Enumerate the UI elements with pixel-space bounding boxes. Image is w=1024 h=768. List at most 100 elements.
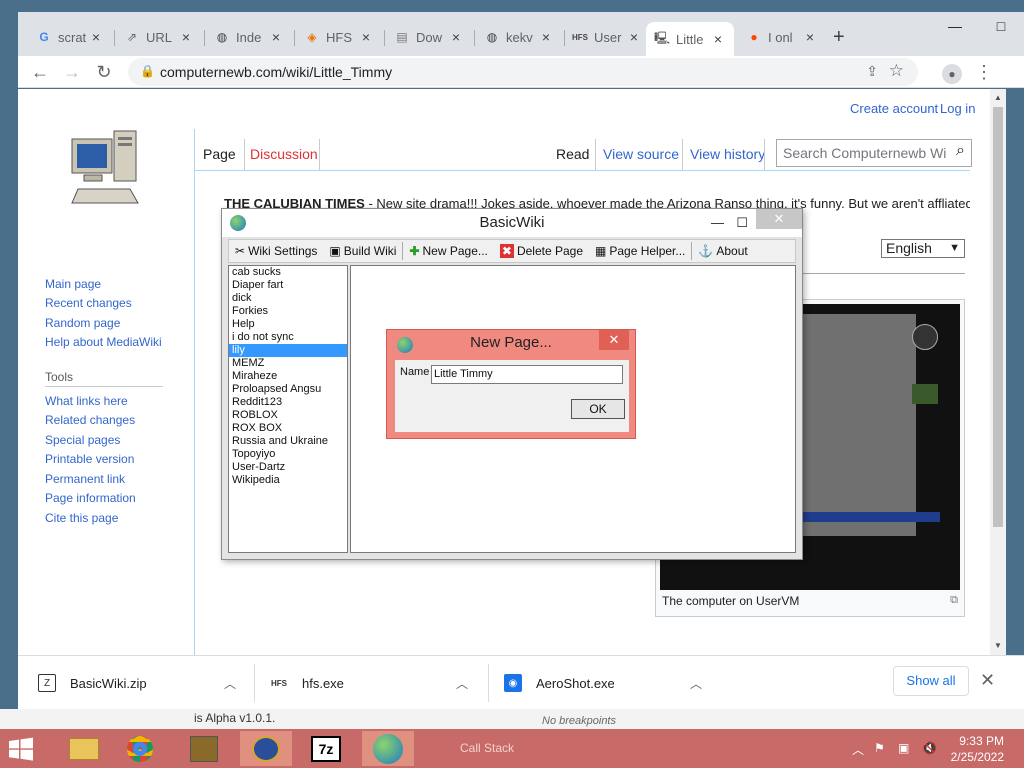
- reload-button[interactable]: ↻: [90, 58, 118, 86]
- close-button[interactable]: ✕: [756, 209, 802, 229]
- close-icon[interactable]: ×: [88, 29, 104, 45]
- chevron-up-icon[interactable]: ︿: [690, 675, 702, 692]
- list-item[interactable]: Forkies: [229, 305, 347, 318]
- tab-view-source[interactable]: View source: [599, 146, 683, 162]
- tab-discussion[interactable]: Discussion: [246, 146, 322, 162]
- search-input[interactable]: Search Computernewb Wiki ⌕: [776, 139, 972, 167]
- search-icon[interactable]: ⌕: [956, 142, 965, 160]
- page-scrollbar[interactable]: ▲ ▼: [990, 89, 1006, 655]
- scrollbar-thumb[interactable]: [993, 107, 1003, 527]
- list-item[interactable]: ROX BOX: [229, 422, 347, 435]
- browser-tab[interactable]: ▤ Dow ×: [386, 22, 472, 52]
- chevron-up-icon[interactable]: ︿: [852, 741, 864, 758]
- page-helper-button[interactable]: ▦ Page Helper...: [589, 240, 691, 262]
- chrome-taskbar-button[interactable]: [114, 731, 166, 766]
- build-wiki-button[interactable]: ▣ Build Wiki: [323, 240, 402, 262]
- list-item[interactable]: Help: [229, 318, 347, 331]
- sidebar-item-printable-version[interactable]: Printable version: [45, 452, 134, 466]
- list-item[interactable]: Russia and Ukraine: [229, 435, 347, 448]
- lock-icon[interactable]: 🔒: [140, 64, 155, 78]
- chevron-up-icon[interactable]: ︿: [224, 675, 236, 692]
- list-item[interactable]: Miraheze: [229, 370, 347, 383]
- close-icon[interactable]: ×: [538, 29, 554, 45]
- new-tab-button[interactable]: +: [833, 26, 845, 49]
- scroll-down-icon[interactable]: ▼: [994, 641, 1002, 650]
- app-taskbar-button-active[interactable]: [240, 731, 292, 766]
- sidebar-item-random-page[interactable]: Random page: [45, 316, 120, 330]
- browser-tab[interactable]: G scrat ×: [28, 22, 112, 52]
- system-clock[interactable]: 9:33 PM 2/25/2022: [951, 733, 1004, 765]
- list-item[interactable]: Proloapsed Angsu: [229, 383, 347, 396]
- sidebar-item-help[interactable]: Help about MediaWiki: [45, 335, 162, 349]
- close-icon[interactable]: ×: [802, 29, 818, 45]
- sidebar-item-recent-changes[interactable]: Recent changes: [45, 296, 132, 310]
- ok-button[interactable]: OK: [571, 399, 625, 419]
- page-list[interactable]: cab sucks Diaper fart dick Forkies Help …: [228, 265, 348, 553]
- maximize-button[interactable]: □: [978, 12, 1024, 42]
- list-item[interactable]: ROBLOX: [229, 409, 347, 422]
- browser-tab-active[interactable]: 🖳 Little ×: [646, 22, 734, 56]
- menu-kebab-icon[interactable]: ⋮: [970, 58, 998, 86]
- close-icon[interactable]: ×: [358, 29, 374, 45]
- sidebar-item-main-page[interactable]: Main page: [45, 277, 101, 291]
- list-item-selected[interactable]: lily: [229, 344, 347, 357]
- about-button[interactable]: ⚓ About: [692, 240, 753, 262]
- browser-tab[interactable]: ◍ Inde ×: [206, 22, 292, 52]
- new-page-button[interactable]: ✚ New Page...: [403, 240, 493, 262]
- bookmark-star-icon[interactable]: ☆: [889, 61, 904, 81]
- close-button[interactable]: ✕: [599, 330, 629, 350]
- back-button[interactable]: ←: [26, 58, 54, 86]
- sidebar-item-what-links-here[interactable]: What links here: [45, 394, 128, 408]
- close-icon[interactable]: ✕: [980, 670, 995, 691]
- close-icon[interactable]: ×: [710, 31, 726, 47]
- share-icon[interactable]: ⇪: [866, 63, 878, 80]
- list-item[interactable]: Reddit123: [229, 396, 347, 409]
- enlarge-icon[interactable]: ⧉: [950, 594, 958, 607]
- forward-button[interactable]: →: [58, 58, 86, 86]
- list-item[interactable]: cab sucks: [229, 266, 347, 279]
- sidebar-item-special-pages[interactable]: Special pages: [45, 433, 120, 447]
- tab-page[interactable]: Page: [199, 146, 240, 162]
- network-icon[interactable]: ▣: [898, 741, 909, 755]
- browser-tab[interactable]: ⇗ URL ×: [116, 22, 202, 52]
- download-item[interactable]: ◉ AeroShot.exe ︿: [504, 664, 710, 702]
- sidebar-item-permanent-link[interactable]: Permanent link: [45, 472, 125, 486]
- delete-page-button[interactable]: ✖ Delete Page: [494, 240, 589, 262]
- list-item[interactable]: i do not sync: [229, 331, 347, 344]
- sidebar-item-cite-this-page[interactable]: Cite this page: [45, 511, 118, 525]
- create-account-link[interactable]: Create account: [850, 101, 938, 116]
- browser-tab[interactable]: ◍ kekv ×: [476, 22, 562, 52]
- minimize-button[interactable]: —: [932, 12, 978, 42]
- browser-tab[interactable]: HFS User ×: [564, 22, 650, 52]
- tab-view-history[interactable]: View history: [686, 146, 769, 162]
- close-icon[interactable]: ×: [178, 29, 194, 45]
- list-item[interactable]: Diaper fart: [229, 279, 347, 292]
- list-item[interactable]: MEMZ: [229, 357, 347, 370]
- sidebar-item-page-information[interactable]: Page information: [45, 491, 136, 505]
- 7zip-taskbar-button[interactable]: 7z: [300, 731, 352, 766]
- windows-start-icon[interactable]: [8, 737, 34, 761]
- profile-avatar[interactable]: ●: [938, 58, 966, 86]
- basicwiki-taskbar-button[interactable]: [362, 731, 414, 766]
- download-item[interactable]: Z BasicWiki.zip ︿: [38, 664, 244, 702]
- address-bar[interactable]: 🔒 computernewb.com/wiki/Little_Timmy ⇪ ☆: [128, 58, 918, 86]
- language-select[interactable]: English ▼: [881, 239, 965, 258]
- browser-tab[interactable]: ◈ HFS ×: [296, 22, 382, 52]
- volume-muted-icon[interactable]: 🔇: [922, 741, 937, 755]
- download-item[interactable]: HFS hfs.exe ︿: [270, 664, 476, 702]
- list-item[interactable]: User-Dartz: [229, 461, 347, 474]
- minimize-button[interactable]: —: [711, 209, 724, 237]
- close-icon[interactable]: ×: [448, 29, 464, 45]
- site-logo[interactable]: [70, 127, 144, 211]
- list-item[interactable]: Wikipedia: [229, 474, 347, 487]
- name-field[interactable]: Little Timmy: [431, 365, 623, 384]
- maximize-button[interactable]: ☐: [736, 209, 748, 237]
- list-item[interactable]: dick: [229, 292, 347, 305]
- flag-icon[interactable]: ⚑: [874, 741, 885, 755]
- chevron-up-icon[interactable]: ︿: [456, 675, 468, 692]
- browser-tab[interactable]: ● I onl ×: [738, 22, 826, 52]
- file-explorer-taskbar-button[interactable]: [58, 731, 110, 766]
- wiki-settings-button[interactable]: ✂ Wiki Settings: [229, 240, 323, 262]
- basicwiki-titlebar[interactable]: BasicWiki — ☐ ✕: [222, 209, 802, 237]
- login-link[interactable]: Log in: [940, 101, 975, 116]
